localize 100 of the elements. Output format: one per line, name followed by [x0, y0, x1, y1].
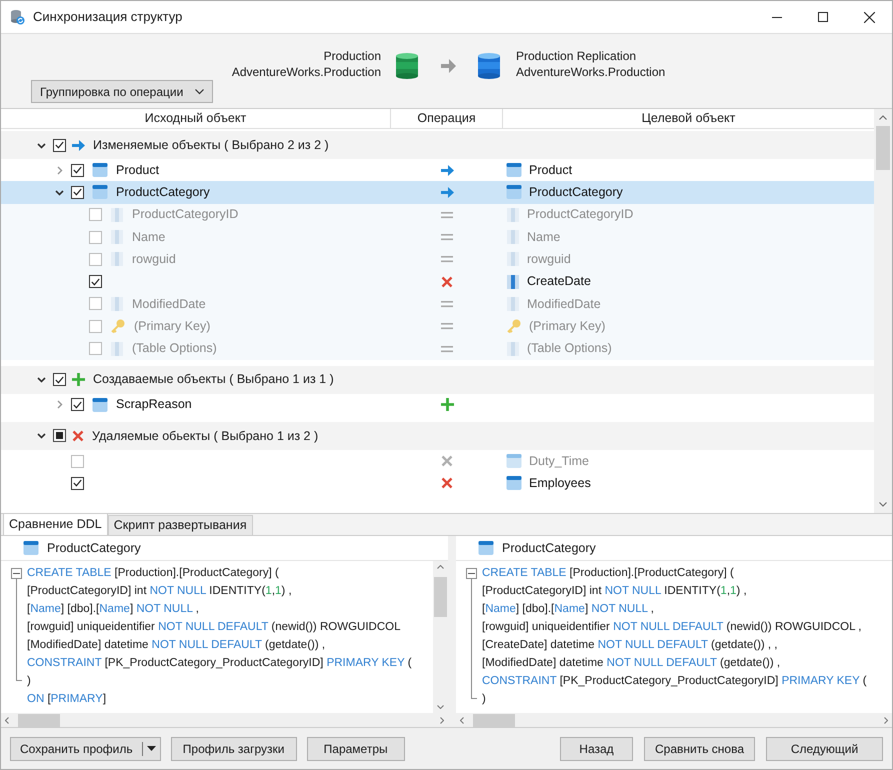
checkbox[interactable]	[71, 476, 84, 490]
column-icon	[506, 274, 520, 290]
target-object-name: (Primary Key)	[529, 318, 606, 335]
chevron-down-icon	[54, 188, 64, 197]
horizontal-scrollbar[interactable]	[456, 713, 892, 728]
scrollbar-thumb[interactable]	[473, 714, 515, 727]
checkbox[interactable]	[89, 320, 102, 333]
scrollbar-thumb[interactable]	[876, 126, 890, 170]
table-icon	[506, 162, 522, 178]
code-line: [ProductCategoryID] int NOT NULL IDENTITY(1,1) ,	[482, 584, 748, 599]
source-object-name: (Primary Key)	[134, 318, 210, 335]
chevron-down-icon	[36, 375, 46, 384]
target-server-label: Production Replication	[516, 48, 638, 64]
grouping-dropdown[interactable]: Группировка по операции	[31, 80, 213, 103]
tree-row[interactable]: CreateDate	[1, 270, 874, 293]
button[interactable]: Назад	[560, 736, 633, 760]
code-line: CREATE TABLE [Production].[ProductCategory] (	[482, 566, 735, 581]
target-object-name: ModifiedDate	[527, 296, 601, 313]
dropdown-arrow-icon	[146, 746, 156, 751]
target-object-name: ProductCategoryID	[527, 206, 634, 224]
collapse-toggle[interactable]	[466, 568, 477, 579]
group-row[interactable]: Изменяемые объекты ( Выбрано 2 из 2 )	[1, 131, 874, 159]
scroll-left-icon	[460, 717, 464, 724]
column-icon	[506, 296, 520, 312]
table-icon	[478, 540, 494, 556]
tab[interactable]: Сравнение DDL	[3, 513, 108, 535]
chevron-right-icon	[54, 400, 64, 410]
checkbox[interactable]	[89, 252, 102, 266]
table-icon	[92, 162, 108, 178]
scroll-down-icon	[879, 502, 888, 507]
scrollbar-thumb[interactable]	[434, 577, 447, 617]
check-icon	[73, 479, 82, 488]
tab[interactable]: Скрипт развертывания	[108, 515, 253, 535]
check-icon	[55, 376, 64, 384]
checkbox[interactable]	[89, 342, 102, 356]
target-object-name: Duty_Time	[529, 452, 589, 470]
chevron-down-icon	[36, 140, 46, 150]
group-label: Изменяемые объекты ( Выбрано 2 из 2 )	[93, 136, 329, 154]
column-icon	[110, 206, 124, 223]
group-row[interactable]: Создаваемые объекты ( Выбрано 1 из 1 )	[1, 366, 874, 394]
maximize-icon	[818, 12, 828, 22]
source-object-name: ProductCategory	[116, 184, 210, 202]
key-icon	[506, 318, 522, 334]
checkbox[interactable]	[89, 230, 102, 244]
source-object-name: (Table Options)	[132, 340, 217, 358]
button[interactable]: Сравнить снова	[644, 736, 755, 760]
scrollbar-thumb[interactable]	[18, 714, 60, 727]
scroll-down-icon	[437, 705, 444, 709]
button[interactable]: Параметры	[306, 736, 405, 760]
column-header[interactable]: Исходный объект	[1, 109, 391, 128]
key-icon	[110, 318, 126, 334]
checkbox[interactable]	[53, 429, 66, 442]
app-icon	[9, 9, 25, 25]
checkbox[interactable]	[71, 164, 84, 177]
minus-icon	[468, 573, 475, 574]
column-header[interactable]: Целевой объект	[503, 109, 874, 128]
split-button[interactable]: Сохранить профиль	[10, 736, 161, 760]
code-line: )	[482, 692, 487, 707]
checkbox[interactable]	[71, 398, 84, 412]
column-icon	[110, 229, 124, 246]
group-row[interactable]: Удаляемые обьекты ( Выбрано 1 из 2 )	[1, 422, 874, 450]
checkbox[interactable]	[71, 186, 84, 199]
object-name: ProductCategory	[47, 540, 141, 557]
button[interactable]: Профиль загрузки	[170, 736, 297, 760]
collapse-toggle[interactable]	[11, 568, 22, 579]
column-icon	[506, 251, 520, 268]
code-line: [ProductCategoryID] int NOT NULL IDENTITY(1,1) ,	[27, 584, 293, 599]
tree-row[interactable]: ProductCategory ProductCategory	[1, 181, 874, 204]
source-object-name: ProductCategoryID	[132, 206, 238, 224]
scroll-up-icon	[437, 565, 444, 569]
checkbox[interactable]	[53, 138, 66, 152]
table-options-icon	[110, 340, 124, 357]
code-line: [Name] [dbo].[Name] NOT NULL ,	[482, 602, 655, 617]
target-database-label: AdventureWorks.Production	[516, 64, 666, 80]
source-object-name: ScrapReason	[116, 396, 192, 414]
minus-icon	[13, 573, 20, 574]
target-object-name: Name	[527, 228, 560, 246]
check-icon	[73, 188, 82, 196]
button[interactable]: Следующий	[766, 736, 883, 760]
checkbox[interactable]	[89, 297, 102, 310]
arrow-icon	[441, 59, 456, 73]
code-line: [ModifiedDate] datetime NOT NULL DEFAULT (getdate()) ,	[27, 638, 326, 653]
target-object-name: ProductCategory	[529, 184, 623, 202]
horizontal-scrollbar[interactable]	[1, 713, 448, 728]
source-database-icon	[396, 53, 418, 79]
column-header[interactable]: Операция	[391, 109, 503, 128]
source-server-label: Production	[324, 48, 381, 64]
vertical-scrollbar[interactable]	[874, 109, 892, 513]
column-icon	[506, 206, 520, 223]
checkbox[interactable]	[89, 208, 102, 222]
scroll-left-icon	[5, 717, 9, 724]
scroll-right-icon	[440, 717, 444, 724]
checkbox[interactable]	[71, 454, 84, 468]
checkbox[interactable]	[89, 275, 102, 288]
checkbox[interactable]	[53, 373, 66, 386]
source-object-name: rowguid	[132, 250, 176, 268]
source-object-name: Name	[132, 228, 166, 246]
source-object-name: Product	[116, 162, 160, 179]
target-object-name: Employees	[529, 475, 591, 492]
code-line: CONSTRAINT [PK_ProductCategory_ProductCategoryID] PRIMARY KEY (	[482, 674, 868, 689]
